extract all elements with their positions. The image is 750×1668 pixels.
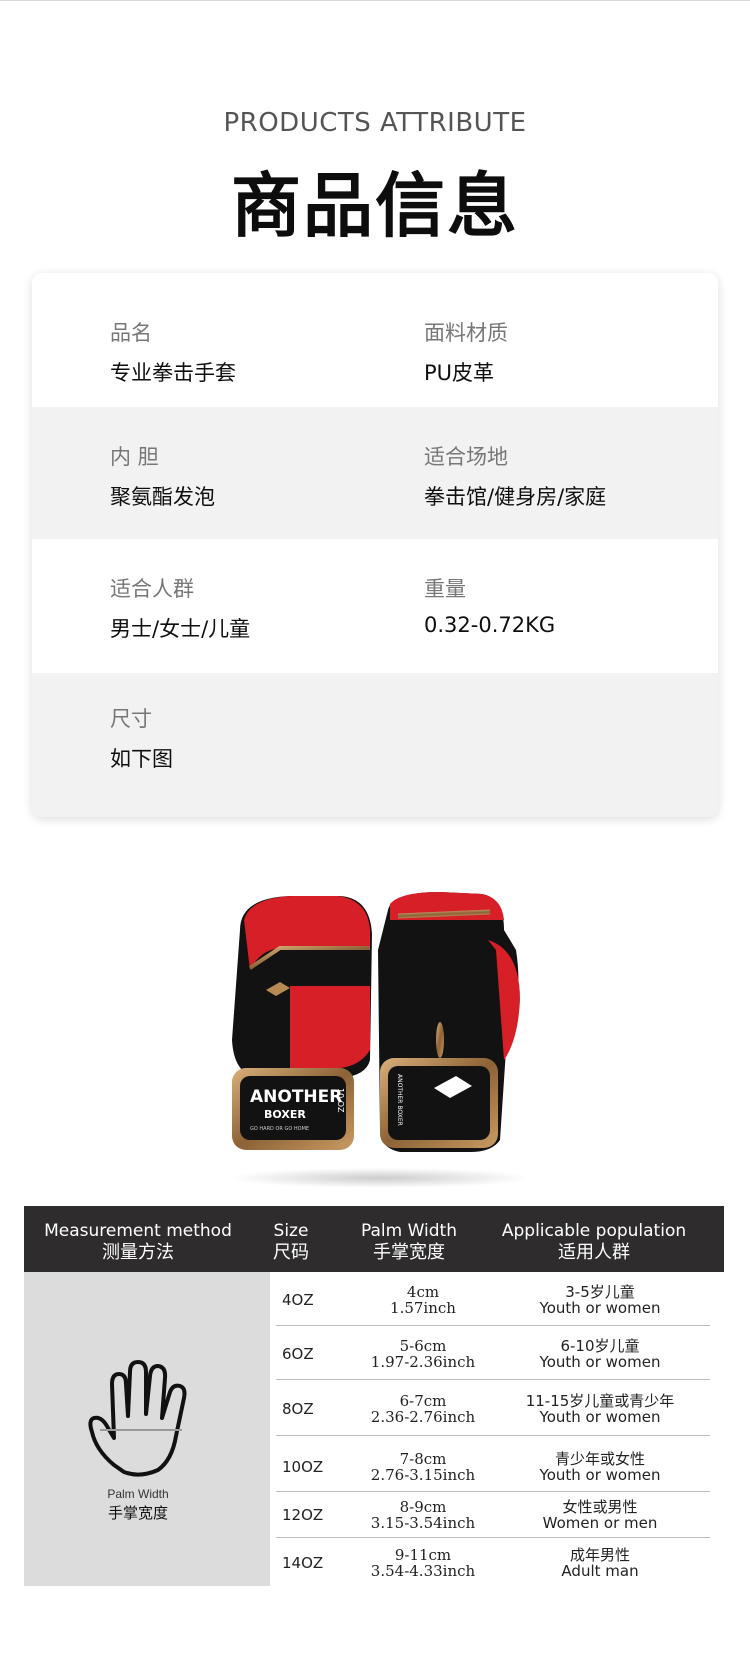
attr-product-name: 品名 专业拳击手套: [110, 317, 236, 387]
population-cell: 女性或男性 Women or men: [542, 1498, 658, 1532]
svg-text:10 OZ: 10 OZ: [336, 1088, 345, 1113]
size-cell: 8OZ: [282, 1400, 314, 1418]
hand-outline-icon: [88, 1360, 187, 1477]
population-cell: 3-5岁儿童 Youth or women: [539, 1283, 661, 1317]
top-divider: [0, 0, 750, 1]
table-row: 10OZ 7-8cm 2.76-3.15inch 青少年或女性 Youth or…: [276, 1436, 710, 1492]
population-cell: 6-10岁儿童 Youth or women: [539, 1337, 661, 1371]
palm-cell: 7-8cm 2.76-3.15inch: [370, 1450, 476, 1484]
table-row: 4OZ 4cm 1.57inch 3-5岁儿童 Youth or women: [276, 1272, 710, 1326]
palm-cell: 5-6cm 1.97-2.36inch: [370, 1337, 476, 1371]
attr-value: PU皮革: [424, 361, 495, 385]
section-title: 商品信息: [231, 165, 519, 247]
svg-text:GO HARD OR GO HOME: GO HARD OR GO HOME: [250, 1126, 309, 1132]
right-glove: ANOTHER BOXER: [378, 892, 520, 1152]
palm-cell: 8-9cm 3.15-3.54inch: [370, 1498, 476, 1532]
attr-value: 拳击馆/健身房/家庭: [424, 485, 607, 509]
attr-label: 适合人群: [110, 577, 194, 601]
attr-label: 内 胆: [110, 445, 159, 469]
attr-value: 如下图: [110, 747, 173, 771]
attr-label: 面料材质: [424, 321, 508, 345]
attr-label: 尺寸: [110, 707, 152, 731]
palm-cell: 6-7cm 2.36-2.76inch: [370, 1392, 476, 1426]
size-cell: 14OZ: [282, 1554, 324, 1572]
hand-caption-cn: 手掌宽度: [107, 1505, 168, 1522]
attributes-card: 品名 专业拳击手套 面料材质 PU皮革 内 胆 聚氨酯发泡 适合场地 拳击馆/健…: [32, 273, 718, 817]
attr-row: 适合人群 男士/女士/儿童 重量 0.32-0.72KG: [32, 539, 718, 673]
attr-audience: 适合人群 男士/女士/儿童: [110, 573, 250, 643]
population-cell: 11-15岁儿童或青少年 Youth or women: [525, 1392, 675, 1426]
table-row: 6OZ 5-6cm 1.97-2.36inch 6-10岁儿童 Youth or…: [276, 1326, 710, 1380]
size-cell: 6OZ: [282, 1345, 314, 1363]
attr-value: 0.32-0.72KG: [424, 613, 556, 637]
section-subtitle: PRODUCTS ATTRIBUTE: [223, 108, 527, 138]
measurement-method-panel: Palm Width 手掌宽度: [24, 1272, 270, 1586]
svg-text:ANOTHER BOXER: ANOTHER BOXER: [396, 1074, 403, 1126]
size-cell: 4OZ: [282, 1291, 314, 1309]
table-row: 14OZ 9-11cm 3.54-4.33inch 成年男性 Adult man: [276, 1538, 710, 1586]
svg-text:BOXER: BOXER: [264, 1108, 306, 1121]
table-row: 8OZ 6-7cm 2.36-2.76inch 11-15岁儿童或青少年 You…: [276, 1380, 710, 1436]
palm-cell: 4cm 1.57inch: [390, 1283, 456, 1317]
drop-shadow: [230, 1168, 530, 1188]
attr-material: 面料材质 PU皮革: [424, 317, 508, 387]
header-method: Measurement method 测量方法: [44, 1221, 232, 1263]
attr-venue: 适合场地 拳击馆/健身房/家庭: [424, 441, 606, 511]
header-palm-width: Palm Width 手掌宽度: [361, 1221, 457, 1263]
header-population: Applicable population 适用人群: [501, 1221, 687, 1263]
attr-row: 品名 专业拳击手套 面料材质 PU皮革: [32, 273, 718, 407]
header-size: Size 尺码: [273, 1221, 309, 1263]
table-row: 12OZ 8-9cm 3.15-3.54inch 女性或男性 Women or …: [276, 1492, 710, 1538]
hand-caption-en: Palm Width: [107, 1487, 169, 1501]
attr-label: 适合场地: [424, 445, 508, 469]
attr-lining: 内 胆 聚氨酯发泡: [110, 441, 215, 511]
left-glove: ANOTHER BOXER GO HARD OR GO HOME 10 OZ: [232, 896, 372, 1150]
boxing-gloves-image: ANOTHER BOXER GO HARD OR GO HOME 10 OZ A…: [230, 892, 530, 1188]
size-cell: 12OZ: [282, 1506, 324, 1524]
attr-value: 专业拳击手套: [110, 361, 236, 385]
attr-size: 尺寸 如下图: [110, 703, 173, 773]
size-cell: 10OZ: [282, 1458, 324, 1476]
attr-label: 品名: [110, 321, 152, 345]
table-header: Measurement method 测量方法 Size 尺码 Palm Wid…: [24, 1206, 724, 1272]
attr-value: 聚氨酯发泡: [110, 485, 215, 509]
size-chart-table: Measurement method 测量方法 Size 尺码 Palm Wid…: [24, 1206, 724, 1586]
attr-value: 男士/女士/儿童: [110, 617, 251, 641]
attr-row: 尺寸 如下图: [32, 673, 718, 817]
attr-row: 内 胆 聚氨酯发泡 适合场地 拳击馆/健身房/家庭: [32, 407, 718, 539]
attr-label: 重量: [424, 577, 466, 601]
palm-cell: 9-11cm 3.54-4.33inch: [370, 1546, 476, 1580]
attr-weight: 重量 0.32-0.72KG: [424, 573, 555, 637]
population-cell: 成年男性 Adult man: [561, 1546, 639, 1580]
population-cell: 青少年或女性 Youth or women: [539, 1450, 661, 1484]
svg-text:ANOTHER: ANOTHER: [250, 1087, 342, 1107]
